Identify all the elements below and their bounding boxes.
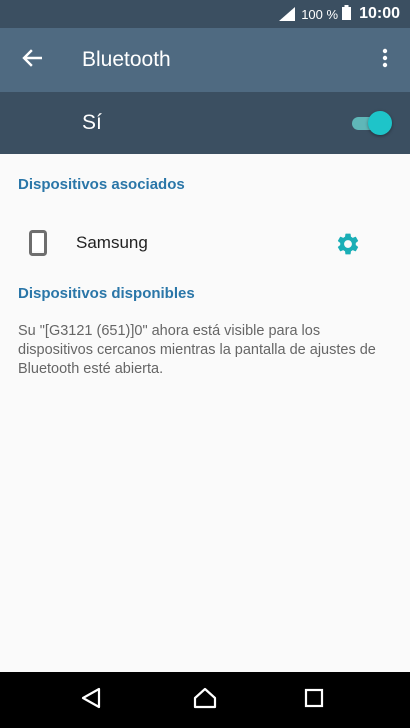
home-icon (193, 687, 217, 714)
nav-recents-button[interactable] (299, 686, 329, 714)
toggle-thumb (368, 111, 392, 135)
page-title: Bluetooth (82, 48, 171, 71)
nav-back-button[interactable] (76, 686, 106, 714)
battery-percent: 100 % (301, 6, 339, 22)
bluetooth-toggle[interactable] (350, 111, 392, 135)
battery-icon (342, 5, 352, 23)
arrow-back-icon (22, 48, 43, 72)
navigation-bar (0, 672, 410, 728)
bluetooth-master-switch-row[interactable]: Sí (0, 92, 410, 154)
recents-icon (304, 688, 324, 713)
more-options-button[interactable] (370, 28, 400, 92)
clock: 10:00 (359, 5, 400, 22)
status-bar: 100 % 10:00 (0, 0, 410, 28)
device-name: Samsung (76, 233, 148, 252)
signal-icon (279, 7, 296, 21)
app-bar: Bluetooth (0, 28, 410, 92)
paired-devices-header: Dispositivos asociados (18, 176, 185, 193)
nav-home-button[interactable] (190, 686, 220, 714)
back-button[interactable] (0, 28, 64, 92)
more-vert-icon (382, 48, 388, 73)
phone-icon (29, 230, 47, 261)
visibility-info-text: Su "[G3121 (651)]0" ahora está visible p… (18, 323, 376, 377)
available-devices-header: Dispositivos disponibles (18, 285, 195, 302)
gear-icon[interactable] (335, 231, 361, 257)
bluetooth-settings-screen: 100 % 10:00 Bluetooth Sí Dispositivos as… (0, 0, 410, 728)
back-triangle-icon (81, 687, 101, 714)
paired-device-row[interactable]: Samsung (0, 213, 410, 273)
switch-label: Sí (82, 111, 102, 134)
